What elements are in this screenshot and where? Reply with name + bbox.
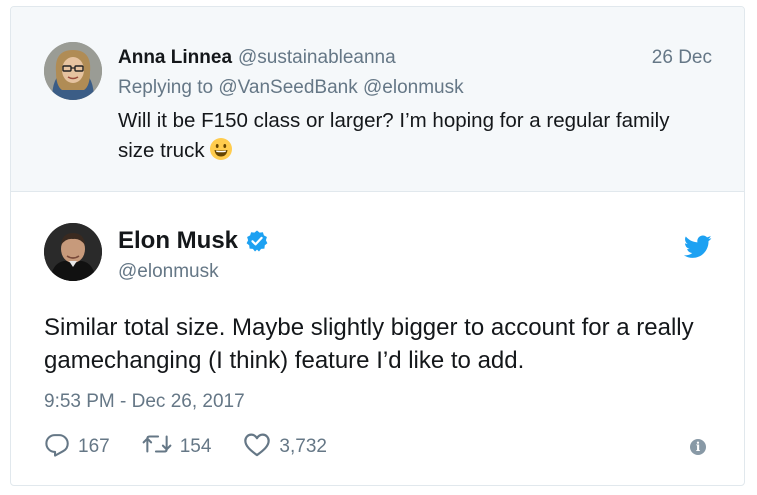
reply-text: Will it be F150 class or larger? I’m hop… bbox=[118, 109, 670, 162]
replying-to-line: Replying to @VanSeedBank @elonmusk bbox=[118, 77, 464, 99]
replying-to-label: Replying to bbox=[118, 77, 214, 98]
reply-count: 167 bbox=[78, 436, 110, 457]
replying-to-mentions[interactable]: @VanSeedBank @elonmusk bbox=[218, 77, 463, 98]
reply-action[interactable]: 167 bbox=[44, 431, 110, 463]
main-author-handle[interactable]: @elonmusk bbox=[118, 261, 219, 283]
reply-text-container: Will it be F150 class or larger? I’m hop… bbox=[118, 106, 708, 170]
reply-author-name[interactable]: Anna Linnea bbox=[118, 47, 232, 68]
main-author-name[interactable]: Elon Musk bbox=[118, 227, 238, 255]
reply-author-handle[interactable]: @sustainableanna bbox=[238, 47, 396, 68]
reply-tweet[interactable]: Anna Linnea @sustainableanna 26 Dec Reply… bbox=[11, 7, 744, 192]
tweet-actions: 167 154 3,732 bbox=[44, 432, 359, 462]
tweet-embed-card: Anna Linnea @sustainableanna 26 Dec Reply… bbox=[10, 6, 745, 486]
twitter-bird-icon[interactable] bbox=[683, 235, 712, 259]
reply-date[interactable]: 26 Dec bbox=[652, 47, 712, 69]
anna-linnea-avatar[interactable] bbox=[44, 42, 102, 100]
like-action[interactable]: 3,732 bbox=[243, 431, 327, 463]
main-tweet-text: Similar total size. Maybe slightly bigge… bbox=[44, 314, 694, 374]
main-author[interactable]: Elon Musk bbox=[118, 227, 269, 255]
retweet-icon bbox=[142, 431, 180, 463]
reply-author[interactable]: Anna Linnea @sustainableanna bbox=[118, 47, 396, 69]
grinning-face-emoji-icon bbox=[209, 137, 233, 170]
like-count: 3,732 bbox=[279, 436, 327, 457]
reply-icon bbox=[44, 431, 78, 463]
heart-icon bbox=[243, 431, 279, 463]
retweet-action[interactable]: 154 bbox=[142, 431, 212, 463]
info-icon[interactable]: i bbox=[690, 439, 706, 455]
verified-badge-icon bbox=[245, 229, 269, 253]
elon-musk-avatar[interactable] bbox=[44, 223, 102, 281]
main-tweet-timestamp[interactable]: 9:53 PM - Dec 26, 2017 bbox=[44, 391, 245, 413]
retweet-count: 154 bbox=[179, 436, 212, 457]
